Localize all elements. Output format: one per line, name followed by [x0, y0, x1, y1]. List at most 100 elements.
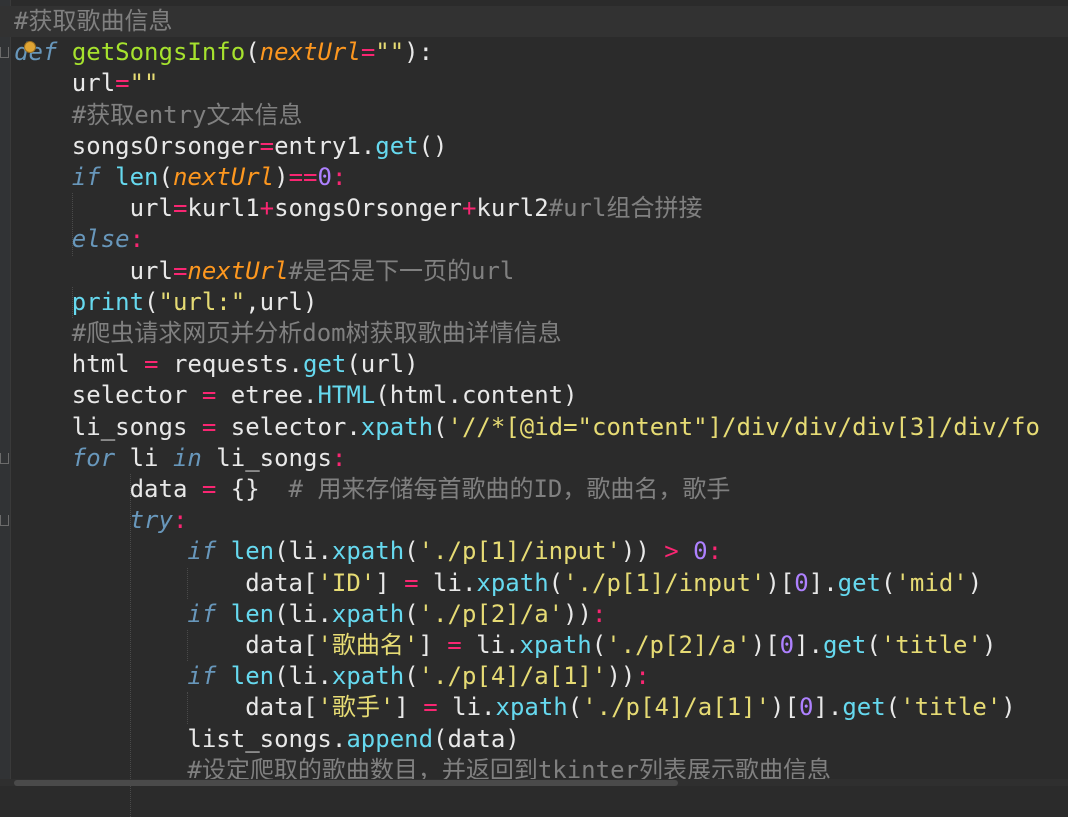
code-token: 0	[317, 163, 332, 191]
lightbulb-icon[interactable]	[24, 41, 36, 53]
code-token: '歌曲名'	[317, 631, 419, 659]
code-token: './p[2]/a'	[606, 631, 751, 659]
code-token: ].	[813, 693, 843, 722]
code-token: './p[4]/a[1]'	[582, 693, 771, 722]
code-token: def	[14, 38, 58, 67]
code-token: =	[404, 568, 419, 597]
code-token: ].	[808, 568, 838, 597]
editor-gutter[interactable]	[0, 0, 11, 786]
code-token: +	[259, 194, 275, 223]
code-line[interactable]: li_songs = selector.xpath('//*[@id="cont…	[14, 412, 1040, 443]
code-token: )[	[765, 568, 795, 597]
code-token: # 用来存储每首歌曲的ID，歌曲名，歌手	[288, 475, 731, 503]
indent-guide	[187, 630, 189, 662]
code-token: =	[360, 38, 376, 67]
code-token: li	[115, 443, 173, 472]
code-token: '歌手'	[317, 693, 395, 722]
code-token: print	[71, 287, 145, 316]
code-line[interactable]: if len(nextUrl)==0:	[14, 162, 347, 193]
code-token: url	[14, 256, 173, 285]
code-token: (	[591, 631, 607, 659]
code-token: {}	[216, 475, 289, 503]
code-token: )[	[750, 631, 780, 659]
code-token: 0	[779, 631, 795, 659]
code-token: 'title'	[900, 693, 1002, 722]
fold-marker-icon[interactable]	[0, 452, 9, 464]
code-token: './p[2]/a'	[418, 599, 564, 628]
code-token: #获取歌曲信息	[14, 7, 173, 35]
code-token: kurl2	[476, 194, 549, 223]
code-token: ))	[606, 662, 636, 691]
code-token: (li.	[274, 599, 332, 628]
code-line[interactable]: if len(li.xpath('./p[4]/a[1]')):	[14, 661, 649, 692]
code-token: )	[1001, 693, 1016, 722]
code-token: xpath	[331, 537, 405, 566]
code-line[interactable]: list_songs.append(data)	[14, 724, 519, 755]
code-token: get	[303, 350, 347, 379]
code-line[interactable]: url=""	[14, 68, 159, 99]
code-line[interactable]: try:	[14, 505, 188, 536]
code-line[interactable]: else:	[14, 224, 144, 255]
code-line[interactable]: #获取歌曲信息	[0, 6, 1068, 37]
code-editor[interactable]: #获取歌曲信息 def getSongsInfo(nextUrl=""): url…	[0, 0, 1068, 817]
code-token: html	[14, 350, 145, 379]
indent-guide	[129, 474, 131, 817]
code-token: >	[664, 537, 679, 566]
code-line[interactable]: html = requests.get(url)	[14, 349, 419, 380]
code-token: ))	[563, 599, 593, 628]
code-token: xpath	[331, 599, 405, 628]
code-line[interactable]: data['歌手'] = li.xpath('./p[4]/a[1]')[0].…	[14, 692, 1016, 723]
code-token: (	[866, 631, 881, 659]
code-line[interactable]: url=kurl1+songsOrsonger+kurl2#url组合拼接	[14, 193, 703, 224]
code-token: get	[375, 131, 419, 160]
code-token: ]	[418, 631, 448, 659]
code-token: entry1.	[274, 131, 376, 160]
code-token: getSongsInfo	[71, 38, 246, 67]
fold-marker-icon[interactable]	[0, 47, 9, 59]
code-token: )	[274, 163, 289, 191]
code-token: #是否是下一页的url	[288, 256, 515, 285]
code-token: (li.	[274, 537, 332, 566]
code-line[interactable]: #爬虫请求网页并分析dom树获取歌曲详情信息	[14, 318, 562, 349]
code-token: (	[881, 568, 896, 597]
code-token: li.	[461, 631, 520, 659]
horizontal-scrollbar-thumb[interactable]	[14, 780, 678, 786]
indent-guide	[71, 286, 73, 318]
code-line[interactable]: #获取entry文本信息	[14, 100, 303, 131]
code-line[interactable]: for li in li_songs:	[14, 443, 347, 474]
code-token: songsOrsonger	[274, 194, 462, 223]
code-line[interactable]: data['歌曲名'] = li.xpath('./p[2]/a')[0].ge…	[14, 630, 996, 661]
code-token: for	[71, 443, 116, 472]
code-line[interactable]: if len(li.xpath('./p[2]/a')):	[14, 599, 606, 630]
code-token: ]	[394, 693, 424, 722]
code-line[interactable]: songsOrsonger=entry1.get()	[14, 131, 448, 162]
code-token: HTML	[317, 381, 376, 410]
code-token: (url)	[346, 350, 419, 379]
code-token: './p[1]/input'	[563, 568, 766, 597]
code-line[interactable]: selector = etree.HTML(html.content)	[14, 380, 578, 411]
code-token: =	[115, 69, 130, 98]
code-token: 0	[798, 693, 814, 722]
fold-marker-icon[interactable]	[0, 515, 9, 527]
code-line[interactable]: data = {} # 用来存储每首歌曲的ID，歌曲名，歌手	[14, 474, 731, 505]
code-token: :	[331, 163, 347, 191]
code-line[interactable]: url=nextUrl#是否是下一页的url	[14, 256, 515, 287]
code-token: nextUrl	[172, 163, 275, 191]
code-token: =	[447, 631, 462, 659]
code-token: (	[404, 537, 419, 566]
code-token: list_songs.	[14, 724, 347, 753]
code-line[interactable]: print("url:",url)	[14, 287, 318, 318]
code-line[interactable]: data['ID'] = li.xpath('./p[1]/input')[0]…	[14, 568, 982, 599]
code-token: (html.content)	[375, 381, 578, 410]
code-token: xpath	[519, 631, 592, 659]
code-line[interactable]: def getSongsInfo(nextUrl=""):	[14, 37, 433, 68]
code-token: =	[201, 412, 217, 441]
code-token: 'mid'	[895, 568, 968, 597]
code-line[interactable]: if len(li.xpath('./p[1]/input')) > 0:	[14, 536, 722, 567]
code-token: +	[461, 194, 477, 223]
